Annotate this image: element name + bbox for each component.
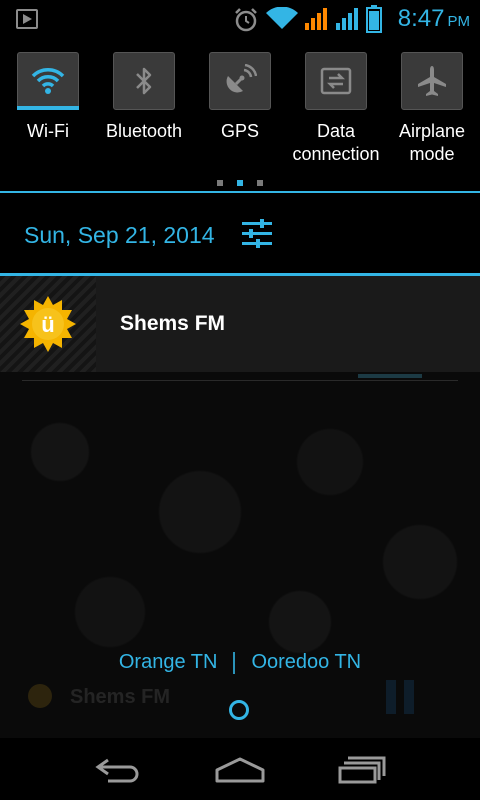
data-connection-icon: [320, 67, 352, 95]
lockscreen-background: [0, 372, 480, 800]
clock-time: 8:47: [397, 5, 445, 32]
background-app-icon: [28, 684, 52, 708]
date-label: Sun, Sep 21, 2014: [24, 222, 215, 248]
wifi-tile-button[interactable]: [17, 52, 79, 110]
shems-fm-logo-icon: ü: [20, 296, 76, 352]
wifi-tile-label: Wi-Fi: [27, 121, 69, 141]
airplane-mode-tile-button[interactable]: [401, 52, 463, 110]
clock-ampm: PM: [447, 13, 471, 30]
page-dot-active: [237, 180, 243, 186]
page-dot: [217, 180, 223, 186]
alarm-icon: [235, 8, 257, 32]
back-button[interactable]: [88, 750, 148, 790]
airplane-icon: [418, 66, 446, 96]
recents-icon: [338, 756, 386, 784]
background-app-widget: Shems FM: [28, 682, 328, 712]
quick-settings-panel: Wi-Fi Bluetooth GPS Data connection Airp…: [0, 38, 480, 190]
carrier-labels: Orange TN Ooredoo TN: [0, 651, 480, 674]
play-notification-icon: [16, 9, 38, 29]
battery-icon: [366, 5, 382, 33]
settings-sliders-icon: [242, 219, 272, 248]
drag-handle[interactable]: [229, 700, 249, 720]
back-icon: [95, 758, 139, 783]
notification-header: Sun, Sep 21, 2014: [0, 193, 480, 273]
home-button[interactable]: [210, 750, 270, 790]
data-connection-tile-label: Data connection: [292, 121, 380, 164]
wifi-signal-icon: [266, 7, 298, 29]
clock: 8:47 PM: [398, 5, 470, 36]
navigation-bar: [0, 738, 480, 800]
notification-icon-area: ü: [0, 276, 96, 372]
bluetooth-tile[interactable]: Bluetooth: [96, 52, 192, 143]
background-divider: [22, 380, 458, 381]
recents-button[interactable]: [332, 750, 392, 790]
bluetooth-tile-label: Bluetooth: [105, 121, 183, 141]
gps-icon: [226, 64, 257, 93]
page-dot: [257, 180, 263, 186]
data-connection-tile[interactable]: Data connection: [288, 52, 384, 166]
background-app-name: Shems FM: [70, 686, 171, 708]
wifi-tile[interactable]: Wi-Fi: [0, 52, 96, 143]
notification-title: Shems FM: [120, 312, 226, 335]
settings-button[interactable]: [240, 219, 274, 249]
airplane-mode-tile[interactable]: Airplane mode: [384, 52, 480, 166]
bluetooth-icon: [136, 67, 152, 95]
background-pause-icon: [386, 680, 416, 714]
cell-signal-icon: [305, 8, 327, 30]
airplane-mode-tile-label: Airplane mode: [398, 121, 466, 164]
status-bar: 8:47 PM: [0, 0, 480, 38]
wifi-icon: [31, 68, 65, 94]
background-bar: [358, 374, 422, 378]
carrier-separator: [233, 651, 236, 674]
cell-signal-icon-2: [336, 8, 358, 30]
svg-text:ü: ü: [41, 312, 54, 337]
notification-item[interactable]: ü Shems FM: [0, 276, 480, 372]
home-icon: [215, 757, 265, 783]
data-connection-tile-button[interactable]: [305, 52, 367, 110]
gps-tile-button[interactable]: [209, 52, 271, 110]
gps-tile-label: GPS: [220, 121, 259, 141]
bluetooth-tile-button[interactable]: [113, 52, 175, 110]
gps-tile[interactable]: GPS: [192, 52, 288, 143]
carrier-left: Orange TN: [118, 651, 218, 673]
page-indicator: [0, 173, 480, 191]
carrier-right: Ooredoo TN: [251, 651, 362, 673]
